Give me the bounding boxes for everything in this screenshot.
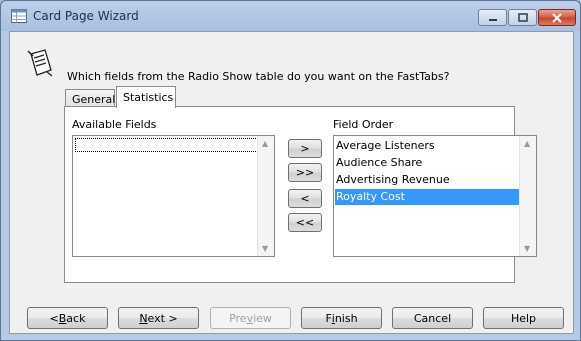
tab-general-label: General <box>72 93 116 106</box>
next-button-text: ext > <box>147 311 178 325</box>
available-fields-label: Available Fields <box>72 118 157 131</box>
back-button-text-rest: ack <box>66 311 86 325</box>
preview-button[interactable]: Pre v iew <box>210 307 291 329</box>
help-button[interactable]: Help <box>483 307 564 329</box>
remove-field-button[interactable]: < <box>288 189 322 208</box>
scroll-up-icon[interactable]: ▲ <box>524 139 530 148</box>
preview-button-text-rest: iew <box>253 311 272 325</box>
field-order-label: Field Order <box>333 118 394 131</box>
maximize-button[interactable] <box>508 9 537 26</box>
scroll-down-icon[interactable]: ▼ <box>524 244 530 253</box>
minimize-button[interactable] <box>478 9 507 26</box>
wizard-question: Which fields from the Radio Show table d… <box>67 70 450 83</box>
back-button-text: < <box>49 311 59 325</box>
field-order-list[interactable]: Average Listeners Audience Share Adverti… <box>333 135 537 257</box>
finish-button[interactable]: Fi nish <box>301 307 382 329</box>
available-fields-scrollbar[interactable]: ▲ ▼ <box>257 136 274 256</box>
available-fields-list[interactable]: ▲ ▼ <box>72 135 275 257</box>
list-item[interactable]: Average Listeners <box>335 138 520 154</box>
focus-rectangle <box>75 138 260 152</box>
list-item[interactable]: Advertising Revenue <box>335 172 520 188</box>
fields-panel: Available Fields Field Order ▲ ▼ > >> < … <box>65 107 537 282</box>
back-button-accel: B <box>58 311 67 325</box>
wizard-paper-icon <box>27 49 53 77</box>
maximize-icon <box>517 13 528 22</box>
list-item[interactable]: Audience Share <box>335 155 520 171</box>
add-field-button[interactable]: > <box>288 139 322 158</box>
scroll-down-icon[interactable]: ▼ <box>262 244 268 253</box>
close-icon <box>552 12 562 23</box>
tab-general[interactable]: General <box>65 89 115 107</box>
dialog-body: Which fields from the Radio Show table d… <box>9 31 574 334</box>
tab-statistics-label: Statistics <box>123 91 174 104</box>
cancel-button[interactable]: Cancel <box>392 307 473 329</box>
table-icon <box>11 9 27 23</box>
tab-statistics[interactable]: Statistics <box>116 86 176 108</box>
next-button-accel: N <box>139 311 148 325</box>
close-button[interactable] <box>538 9 576 26</box>
field-order-scrollbar[interactable]: ▲ ▼ <box>519 136 536 256</box>
back-button[interactable]: < Back <box>27 307 108 329</box>
wizard-window: Card Page Wizard Which fields from the R… <box>0 0 581 341</box>
minimize-icon <box>488 18 497 21</box>
window-title: Card Page Wizard <box>33 9 139 23</box>
add-all-fields-button[interactable]: >> <box>288 163 322 182</box>
title-bar[interactable]: Card Page Wizard <box>1 1 580 31</box>
next-button[interactable]: Next > <box>118 307 199 329</box>
list-item-selected[interactable]: Royalty Cost <box>335 189 520 205</box>
remove-all-fields-button[interactable]: << <box>288 213 322 232</box>
scroll-up-icon[interactable]: ▲ <box>262 139 268 148</box>
preview-button-text: Pre <box>229 311 247 325</box>
finish-button-text-rest: nish <box>334 311 358 325</box>
statistics-tab-panel: Available Fields Field Order ▲ ▼ > >> < … <box>64 106 537 283</box>
